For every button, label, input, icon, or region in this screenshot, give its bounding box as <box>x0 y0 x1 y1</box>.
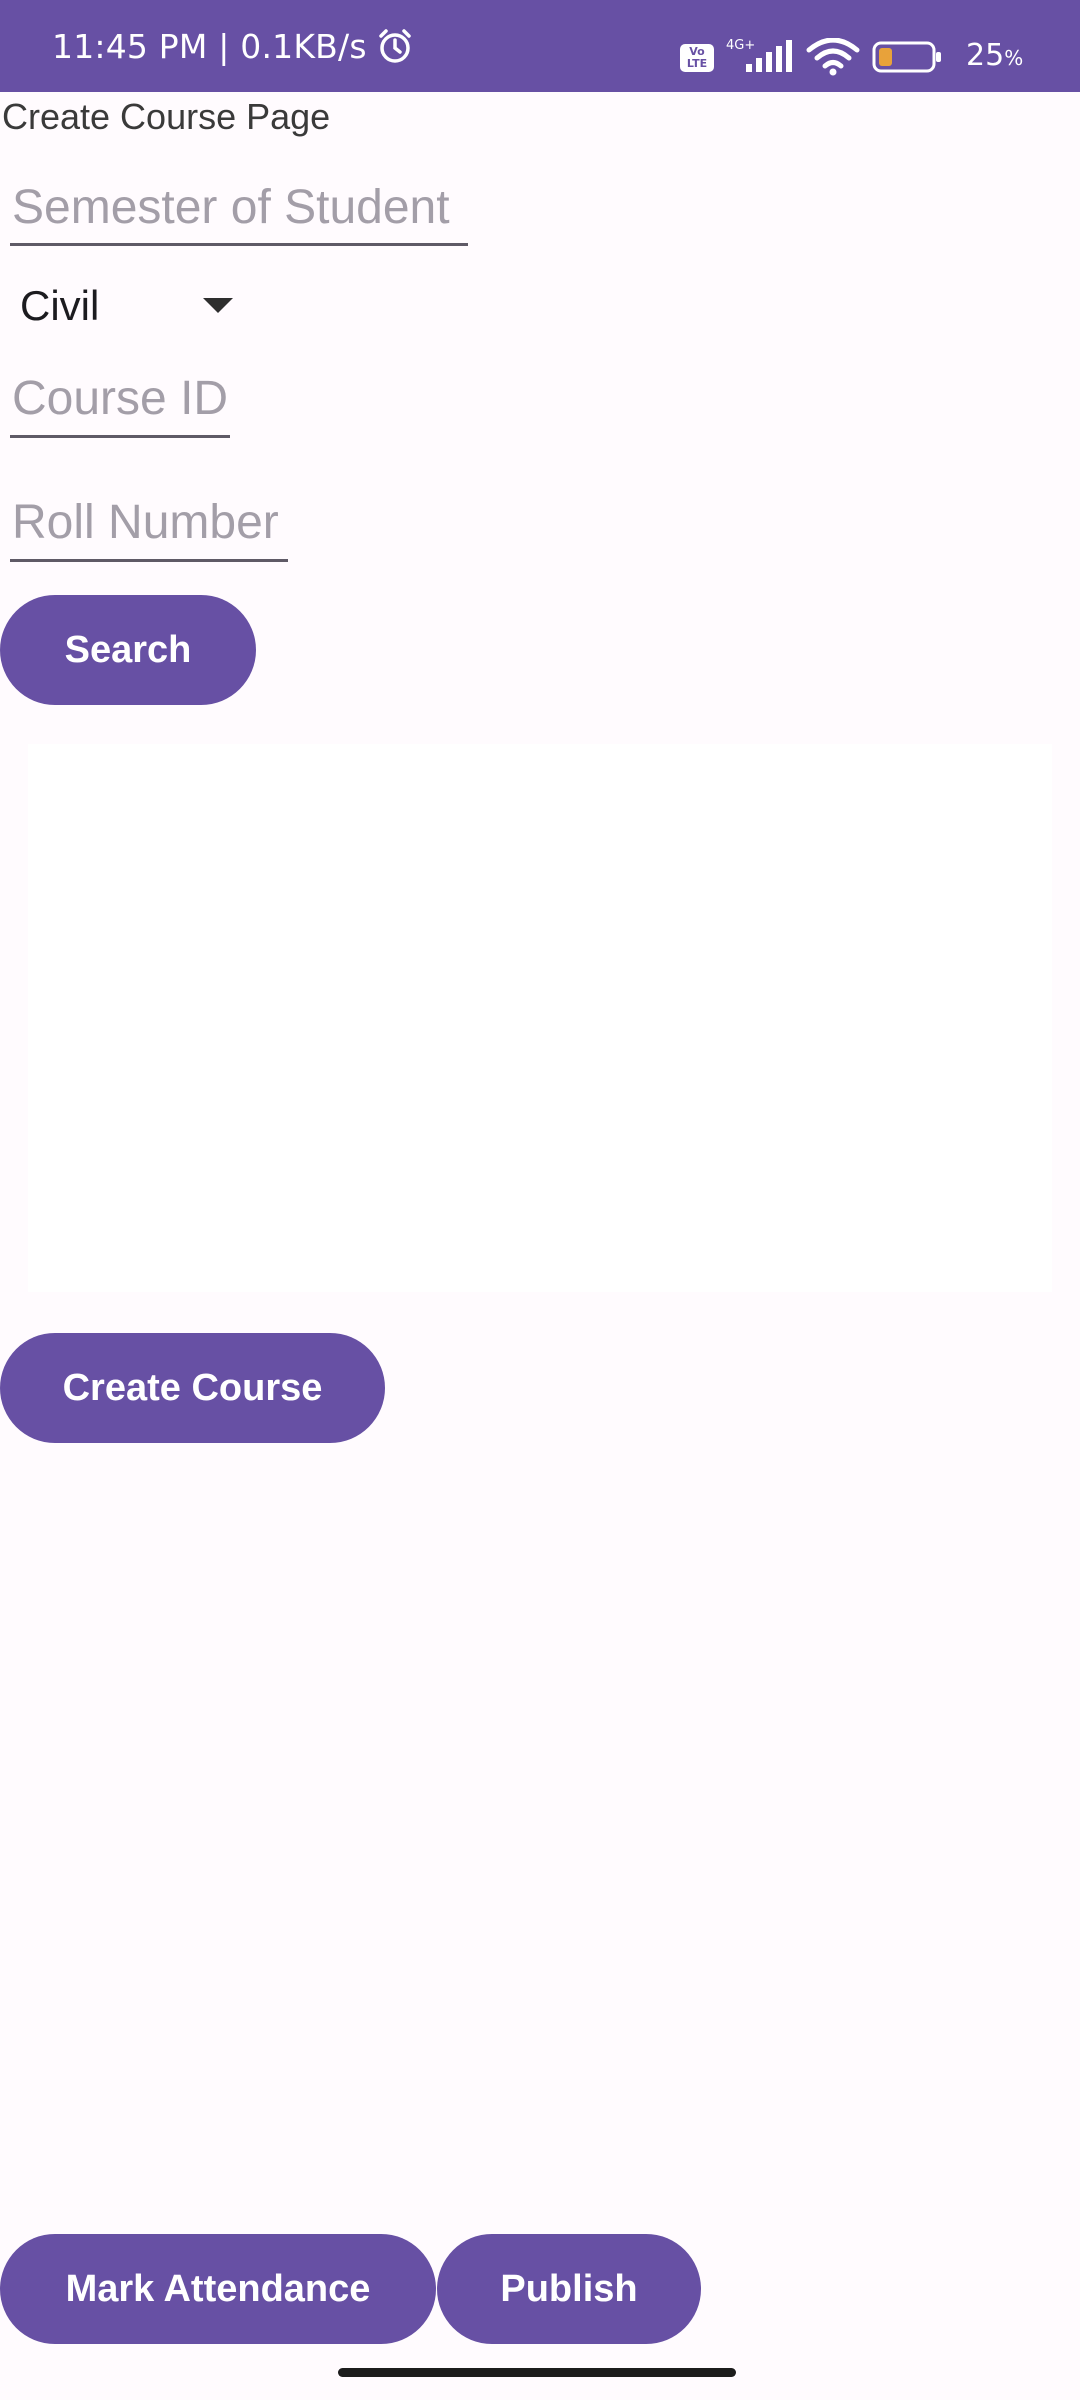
department-dropdown[interactable]: Civil <box>20 272 250 340</box>
battery-percent-sign: % <box>1004 46 1024 70</box>
volte-icon: Vo LTE <box>680 44 714 72</box>
results-panel <box>28 744 1052 1292</box>
signal-icon <box>746 40 794 76</box>
home-indicator[interactable] <box>338 2368 736 2377</box>
status-time: 11:45 PM | 0.1KB/s <box>52 26 367 66</box>
alarm-icon <box>375 26 415 66</box>
caret-down-icon <box>203 298 233 313</box>
semester-input[interactable] <box>10 172 468 243</box>
publish-button[interactable]: Publish <box>437 2234 701 2344</box>
mark-attendance-button[interactable]: Mark Attendance <box>0 2234 436 2344</box>
search-button[interactable]: Search <box>0 595 256 705</box>
battery-percent: 25% <box>966 38 1023 73</box>
course-id-field <box>10 362 230 438</box>
semester-field <box>10 172 468 246</box>
roll-number-field <box>10 486 288 562</box>
status-right: Vo LTE 4G+ 25% <box>680 0 1080 92</box>
status-left: 11:45 PM | 0.1KB/s <box>52 0 415 92</box>
create-course-button[interactable]: Create Course <box>0 1333 385 1443</box>
roll-number-input[interactable] <box>10 486 288 559</box>
department-selected: Civil <box>20 282 100 329</box>
battery-percent-value: 25 <box>966 38 1005 73</box>
page-title: Create Course Page <box>2 96 331 137</box>
course-id-input[interactable] <box>10 362 230 435</box>
wifi-icon <box>806 37 860 80</box>
battery-icon <box>872 40 944 78</box>
status-bar: 11:45 PM | 0.1KB/s Vo LTE 4G+ 25% <box>0 0 1080 92</box>
